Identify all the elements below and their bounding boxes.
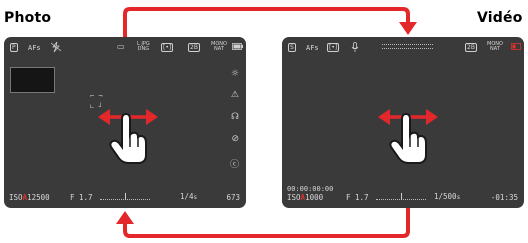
histogram-box	[10, 67, 55, 93]
iso-prefix: ISO	[287, 193, 301, 202]
quick-settings-icon[interactable]: ⓒ	[230, 157, 239, 170]
drive-mode-icon[interactable]: ▭	[117, 43, 125, 51]
film-look-indicator[interactable]: MONO NAT	[487, 42, 503, 52]
film-look-bottom: NAT	[490, 46, 500, 52]
video-live-view-screen[interactable]: S AFs [•] 2B MONO NAT 00:00:00:00 ISOA10…	[282, 37, 524, 208]
photo-live-view-screen[interactable]: P AFs ▭ L JPG DNG [•] 2B MONO NAT ⌐ ¬ ∟ …	[4, 37, 246, 208]
iso-value: 1000	[305, 193, 324, 202]
flash-off-icon	[50, 41, 62, 53]
exposure-scale	[376, 193, 426, 200]
exposure-mode-icon[interactable]: S	[288, 43, 296, 52]
shutter-speed-unit: s	[193, 194, 198, 201]
focus-field-marker: ⌐ ¬	[90, 92, 103, 100]
audio-level-meter	[382, 44, 434, 49]
timecode-readout: 00:00:00:00	[287, 185, 334, 193]
exposure-mode-label: S	[290, 44, 294, 51]
storage-label: 2B	[467, 44, 475, 51]
exposure-compensation-icon[interactable]: ☼	[231, 69, 239, 79]
battery-icon	[232, 43, 243, 50]
hand-pointer-icon	[389, 112, 427, 164]
swipe-gesture-icon	[98, 109, 158, 164]
iso-readout[interactable]: ISOA12500	[9, 194, 50, 202]
remaining-shots: 673	[226, 193, 240, 202]
iso-prefix: ISO	[9, 193, 23, 202]
microphone-icon	[351, 42, 359, 52]
af-mode-icon[interactable]: ☊	[231, 112, 239, 122]
storage-indicator[interactable]: 2B	[188, 43, 200, 52]
file-format-indicator[interactable]: L JPG DNG	[137, 42, 150, 52]
metering-icon[interactable]: [•]	[161, 43, 174, 52]
film-look-indicator[interactable]: MONO NAT	[211, 42, 227, 52]
storage-indicator[interactable]: 2B	[465, 43, 477, 52]
storage-label: 2B	[190, 44, 198, 51]
exposure-mode-icon[interactable]: P	[10, 43, 18, 52]
swipe-gesture-icon	[378, 109, 438, 164]
shutter-speed-readout[interactable]: 1/4s	[180, 193, 197, 202]
exposure-mode-label: P	[12, 44, 16, 51]
iso-readout[interactable]: ISOA1000	[287, 194, 323, 202]
remaining-record-time: -01:35	[490, 193, 518, 202]
focus-mode-label[interactable]: AFs	[306, 44, 319, 52]
film-look-bottom: NAT	[214, 46, 224, 52]
battery-icon	[511, 43, 521, 50]
shutter-speed-value: 1/500	[434, 192, 457, 201]
file-format-bottom: DNG	[137, 46, 150, 52]
metering-icon[interactable]: [•]	[327, 43, 340, 52]
iso-value: 12500	[27, 193, 50, 202]
white-balance-icon[interactable]: ⚠	[231, 90, 239, 100]
aperture-readout[interactable]: F 1.7	[70, 194, 93, 202]
focus-mode-label[interactable]: AFs	[28, 44, 41, 52]
hand-pointer-icon	[109, 112, 147, 164]
shutter-speed-unit: s	[456, 194, 461, 201]
self-timer-icon[interactable]: ⊘	[231, 134, 239, 144]
aperture-readout[interactable]: F 1.7	[346, 194, 369, 202]
shutter-speed-value: 1/4	[180, 192, 194, 201]
shutter-speed-readout[interactable]: 1/500s	[434, 193, 460, 202]
exposure-scale	[100, 193, 150, 200]
